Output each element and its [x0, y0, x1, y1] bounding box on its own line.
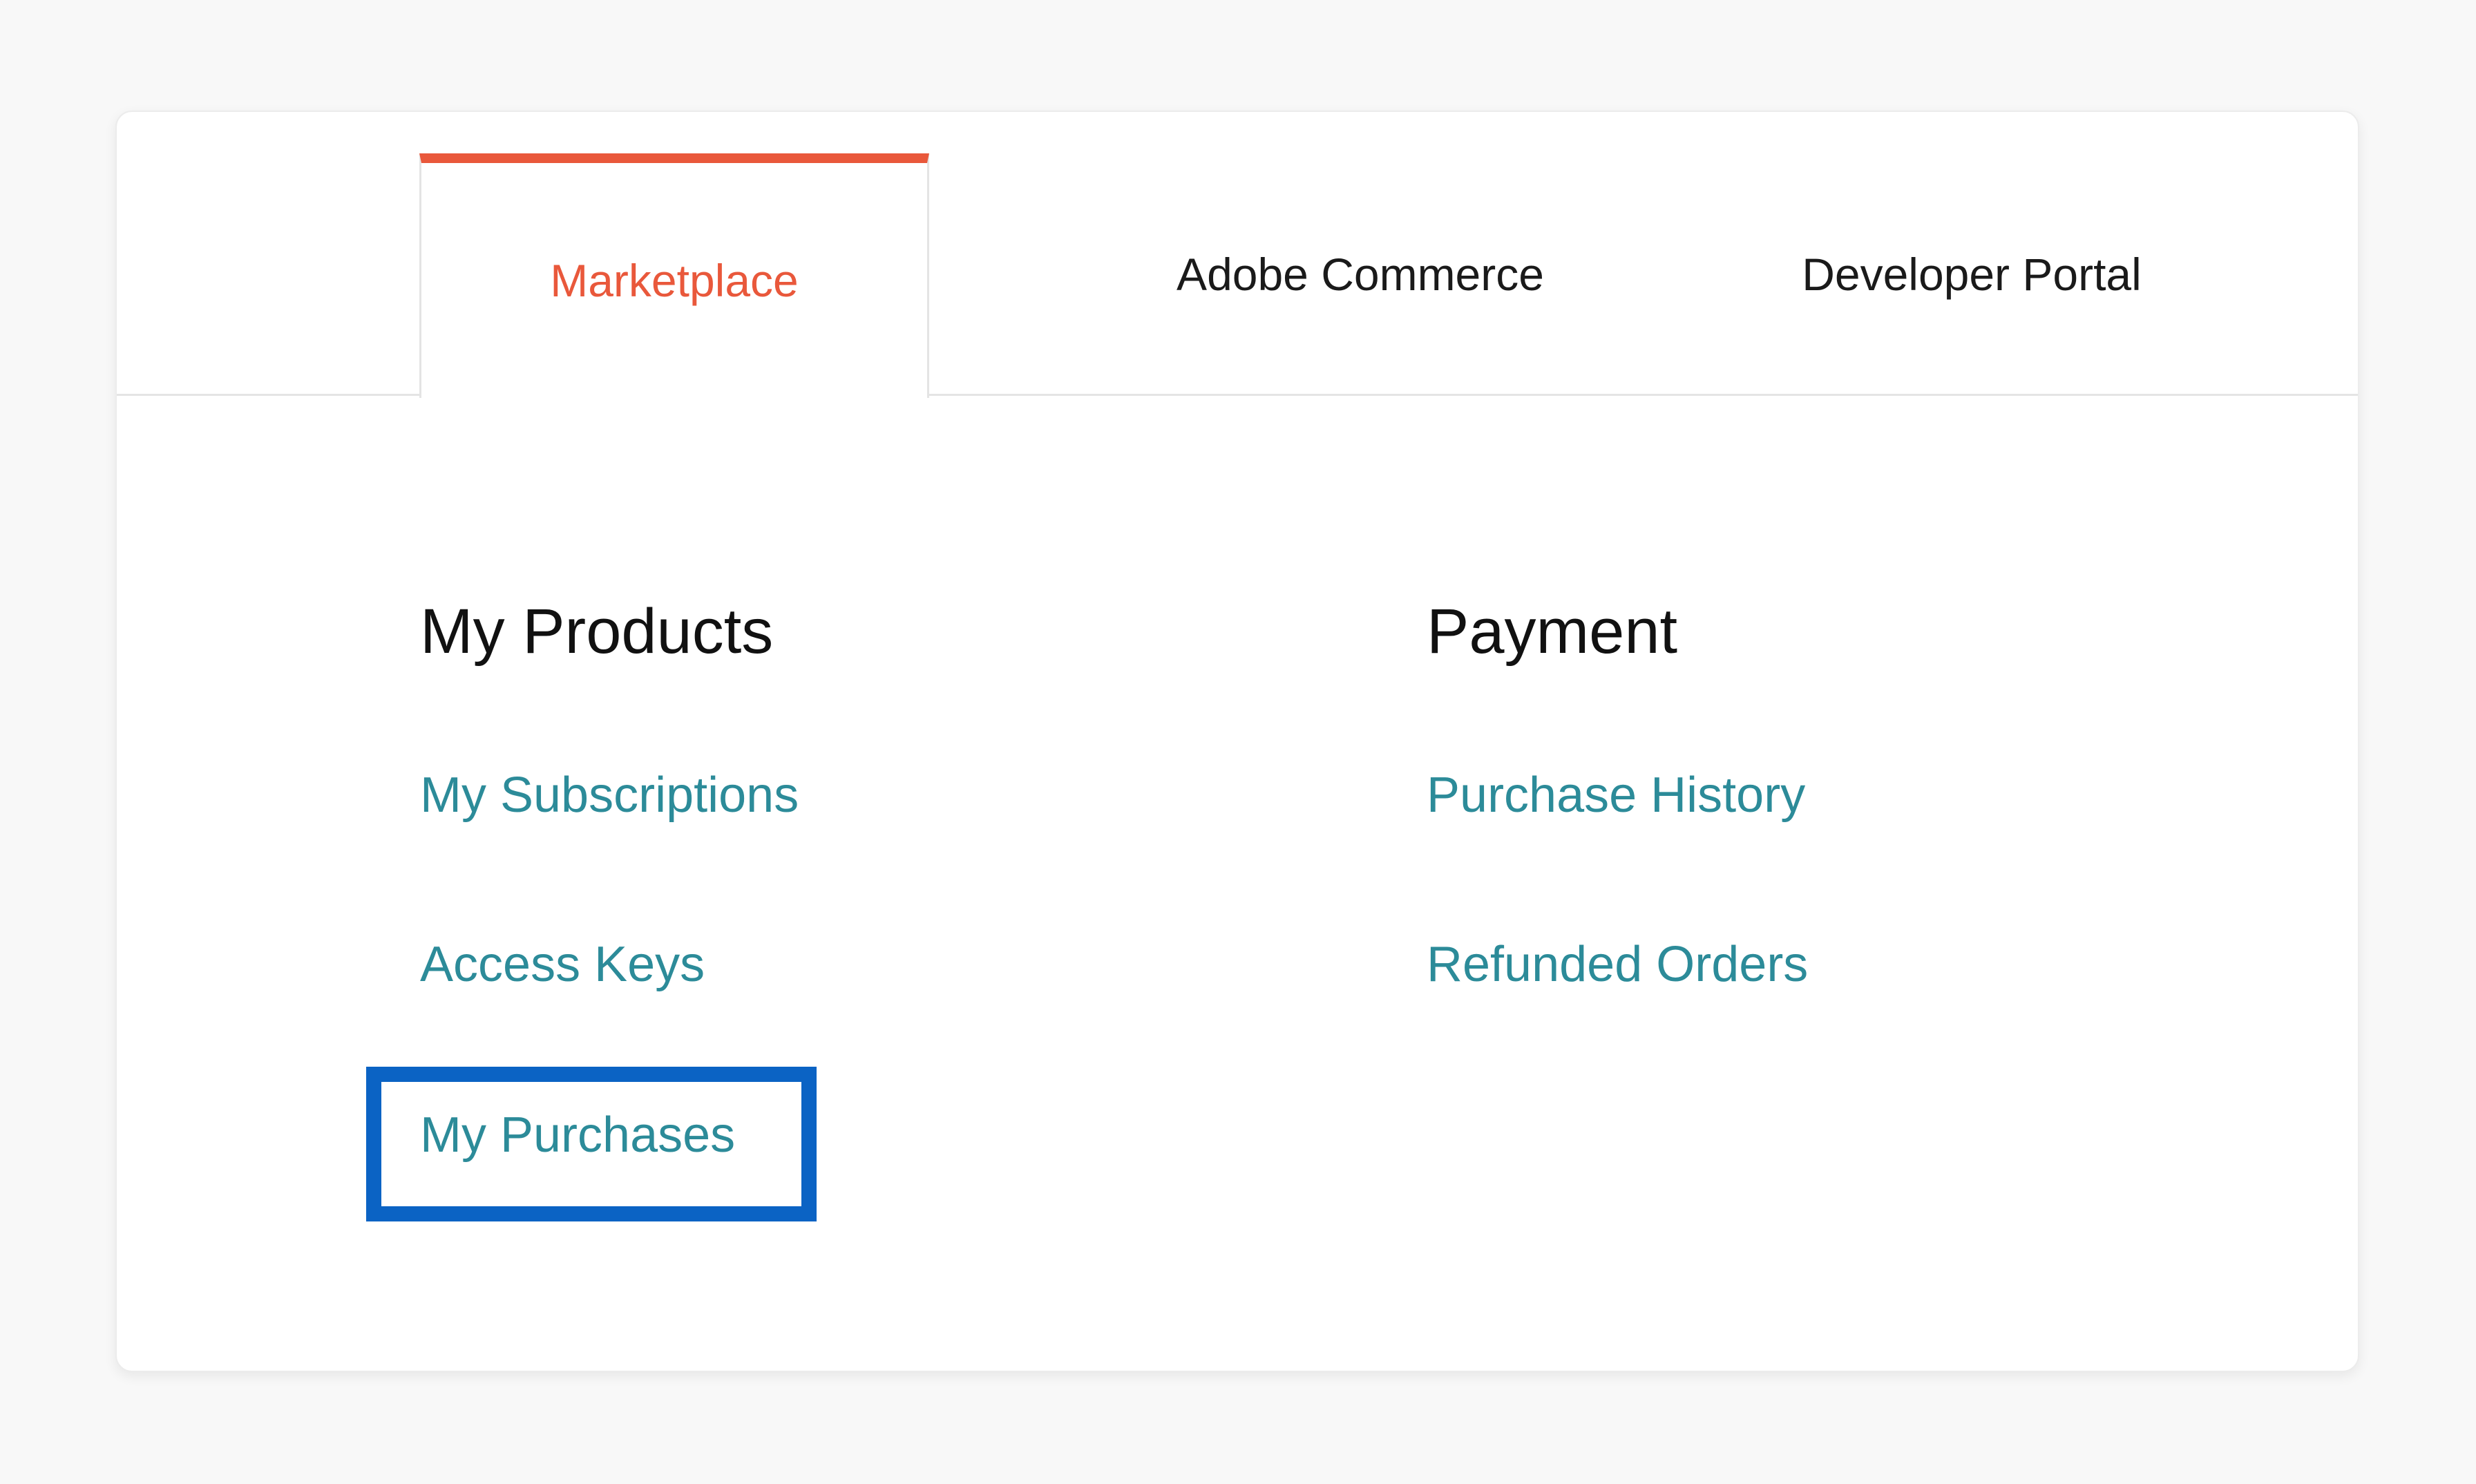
tab-marketplace[interactable]: Marketplace — [419, 153, 929, 398]
tab-developer-portal[interactable]: Developer Portal — [1644, 153, 2300, 395]
my-purchases-link[interactable]: My Purchases — [420, 1107, 735, 1163]
payment-heading: Payment — [1427, 596, 1678, 667]
purchase-history-link[interactable]: Purchase History — [1427, 767, 1805, 824]
tab-adobe-commerce[interactable]: Adobe Commerce — [1032, 153, 1688, 395]
tab-adobe-commerce-label: Adobe Commerce — [1177, 249, 1544, 300]
tab-marketplace-label: Marketplace — [550, 255, 799, 306]
my-subscriptions-link[interactable]: My Subscriptions — [420, 767, 799, 824]
account-menu-card: Marketplace Adobe Commerce Developer Por… — [115, 111, 2359, 1372]
access-keys-link[interactable]: Access Keys — [420, 936, 705, 993]
refunded-orders-link[interactable]: Refunded Orders — [1427, 936, 1808, 993]
my-products-heading: My Products — [420, 596, 774, 667]
tab-developer-portal-label: Developer Portal — [1802, 249, 2142, 300]
